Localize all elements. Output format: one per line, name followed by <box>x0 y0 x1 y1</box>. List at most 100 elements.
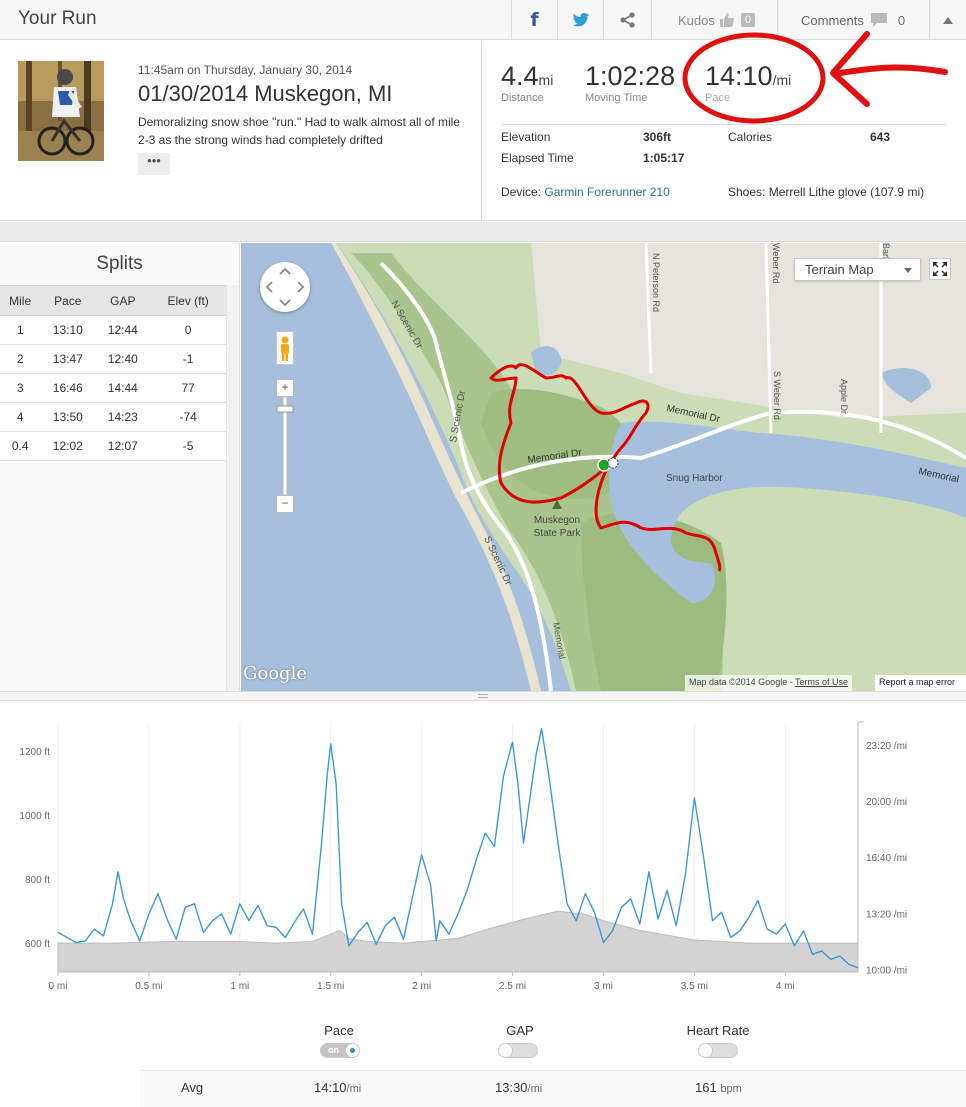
left-tick-label: 1000 ft <box>19 811 50 822</box>
split-pace: 13:10 <box>40 315 96 345</box>
moving-time-stat: 1:02:28 Moving Time <box>585 61 675 104</box>
twitter-share-button[interactable] <box>557 0 603 40</box>
table-row[interactable]: 2 13:47 12:40 -1 <box>0 344 226 374</box>
shoes-info: Shoes: Merrell Lithe glove (107.9 mi) <box>728 185 924 199</box>
split-mile: 2 <box>0 344 41 374</box>
twitter-icon <box>572 12 589 26</box>
elapsed-time-label: Elapsed Time <box>501 151 574 165</box>
activity-datetime: 11:45am on Thursday, January 30, 2014 <box>138 63 353 77</box>
zoom-slider-handle <box>276 405 294 413</box>
pace-toggle[interactable]: on <box>320 1043 360 1058</box>
shoes-label: Shoes: <box>728 185 766 199</box>
elevation-area <box>57 910 859 973</box>
avg-hr-value: 161 <box>695 1080 717 1095</box>
x-tick-label: 1.5 mi <box>317 981 344 992</box>
shoes-value: Merrell Lithe glove (107.9 mi) <box>768 185 925 199</box>
map-type-label: Terrain Map <box>805 262 874 277</box>
zoom-out-button[interactable]: − <box>276 495 294 513</box>
kudos-label: Kudos <box>678 12 715 28</box>
splits-panel: Splits Mile Pace GAP Elev (ft) 1 13:10 1… <box>0 243 240 691</box>
map-attribution: Map data ©2014 Google - Terms of Use <box>685 675 853 691</box>
calories-value: 643 <box>870 130 891 144</box>
thumbs-up-icon <box>719 13 734 27</box>
gap-toggle[interactable] <box>498 1043 538 1058</box>
splits-table: Mile Pace GAP Elev (ft) 1 13:10 12:44 0 … <box>0 285 226 461</box>
page-title: Your Run <box>18 8 97 29</box>
route-map[interactable]: N Scenic Dr S Scenic Dr S Scenic Dr Memo… <box>241 243 966 691</box>
device-info: Device: Garmin Forerunner 210 <box>501 185 670 199</box>
collapse-button[interactable] <box>929 0 966 40</box>
map-label-s-weber: S Weber Rd <box>772 371 782 420</box>
toggle-knob <box>498 1043 513 1058</box>
device-link[interactable]: Garmin Forerunner 210 <box>544 185 669 199</box>
elapsed-time-value: 1:05:17 <box>643 151 685 165</box>
distance-value: 4.4 <box>501 61 539 91</box>
moving-time-label: Moving Time <box>585 92 648 104</box>
comments-label: Comments <box>801 12 864 28</box>
heart-rate-toggle[interactable] <box>698 1043 738 1058</box>
activity-description: Demoralizing snow shoe "run." Had to wal… <box>138 115 460 147</box>
resize-handle[interactable] <box>0 691 966 701</box>
avg-heart-rate: 161 bpm <box>695 1080 742 1095</box>
street-view-button[interactable] <box>276 331 294 365</box>
left-tick-label: 800 ft <box>25 875 50 886</box>
map-label-park-2: State Park <box>534 528 582 539</box>
fullscreen-icon <box>932 261 948 277</box>
share-button[interactable] <box>603 0 651 40</box>
toggle-knob <box>345 1043 360 1058</box>
comments-button[interactable]: Comments 0 <box>777 0 929 40</box>
split-mile: 3 <box>0 373 41 403</box>
distance-label: Distance <box>501 92 544 104</box>
comment-bubble-icon <box>870 13 887 27</box>
map-label-park-1: Muskegon <box>534 515 580 526</box>
activity-details: 11:45am on Thursday, January 30, 2014 01… <box>0 41 482 221</box>
x-tick-label: 3.5 mi <box>681 981 708 992</box>
right-tick-label: 16:40 /mi <box>866 853 907 864</box>
pegman-icon <box>281 336 289 361</box>
split-pace: 13:50 <box>40 402 96 432</box>
pace-value: 14:10 <box>705 61 773 91</box>
kudos-button[interactable]: Kudos 0 <box>651 0 777 40</box>
avg-gap: 13:30/mi <box>495 1080 542 1095</box>
athlete-photo-image <box>18 61 104 161</box>
map-type-dropdown[interactable]: Terrain Map <box>794 258 921 281</box>
table-row[interactable]: 1 13:10 12:44 0 <box>0 315 226 345</box>
activity-summary: 11:45am on Thursday, January 30, 2014 01… <box>0 41 966 221</box>
avg-pace-value: 14:10 <box>314 1080 347 1095</box>
table-row[interactable]: 3 16:46 14:44 77 <box>0 373 226 403</box>
kudos-count: 0 <box>740 13 755 27</box>
split-elev: -74 <box>150 402 226 432</box>
facebook-share-button[interactable]: f <box>511 0 557 40</box>
x-tick-label: 4 mi <box>776 981 795 992</box>
more-options-button[interactable]: ••• <box>138 153 170 175</box>
split-mile: 0.4 <box>0 431 41 461</box>
table-row[interactable]: 4 13:50 14:23 -74 <box>0 402 226 432</box>
right-tick-label: 13:20 /mi <box>866 909 907 920</box>
split-elev: -1 <box>150 344 226 374</box>
activity-header-bar: Your Run f Kudos 0 Comments 0 <box>0 0 966 40</box>
pace-stat: 14:10/mi Pace <box>705 61 791 104</box>
grip-icon <box>478 694 488 698</box>
x-tick-label: 2.5 mi <box>499 981 526 992</box>
heart-rate-toggle-label: Heart Rate <box>686 1023 750 1038</box>
map-pan-control[interactable] <box>260 262 310 312</box>
terms-of-use-link[interactable]: Terms of Use <box>795 677 848 687</box>
splits-scrollbar[interactable] <box>226 285 239 691</box>
activity-name: 01/30/2014 Muskegon, MI <box>138 81 393 106</box>
left-tick-label: 1200 ft <box>19 747 50 758</box>
map-label-weber: Weber Rd <box>771 243 781 283</box>
caret-up-icon <box>943 16 953 24</box>
report-map-error-link[interactable]: Report a map error <box>875 675 966 691</box>
moving-time-value: 1:02:28 <box>585 61 676 91</box>
athlete-photo[interactable] <box>18 61 104 161</box>
zoom-slider[interactable] <box>276 397 294 495</box>
fullscreen-button[interactable] <box>929 258 951 280</box>
elevation-pace-chart[interactable]: 600 ft 800 ft 1000 ft 1200 ft 10:00 /mi 13:20… <box>0 702 966 1002</box>
splits-col-pace: Pace <box>40 285 96 316</box>
share-icon <box>619 12 635 28</box>
split-gap: 14:23 <box>95 402 151 432</box>
facebook-icon: f <box>530 9 539 31</box>
distance-stat: 4.4mi Distance <box>501 61 553 104</box>
zoom-in-button[interactable]: + <box>276 379 294 397</box>
table-row[interactable]: 0.4 12:02 12:07 -5 <box>0 431 226 461</box>
